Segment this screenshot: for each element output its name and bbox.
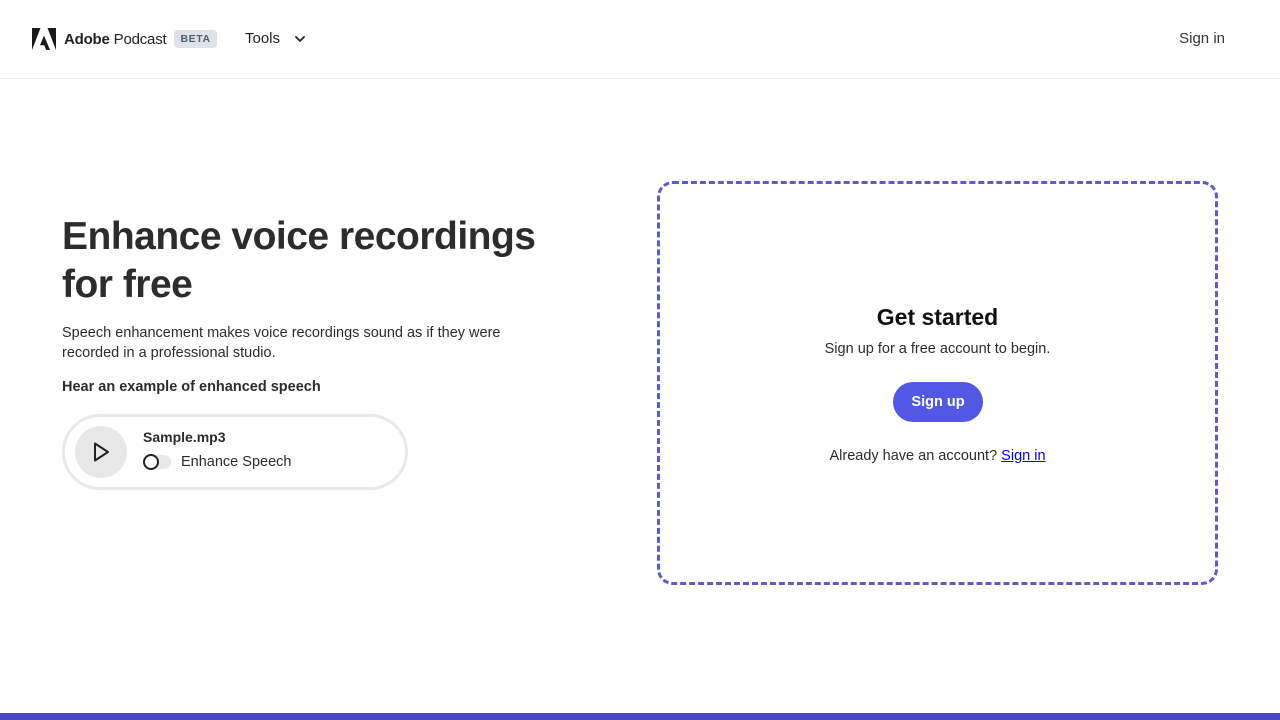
chevron-down-icon: [295, 35, 305, 42]
hero-title: Enhance voice recordings for free: [62, 215, 536, 306]
brand-logo-link[interactable]: Adobe Podcast BETA: [32, 28, 217, 50]
sign-up-button[interactable]: Sign up: [893, 382, 983, 422]
brand-product-name: Podcast: [113, 30, 167, 48]
get-started-panel: Get started Sign up for a free account t…: [657, 181, 1218, 585]
sample-file-name: Sample.mp3: [143, 429, 226, 445]
enhance-speech-toggle-row: Enhance Speech: [143, 454, 291, 470]
sample-audio-player: Sample.mp3 Enhance Speech: [62, 414, 408, 490]
toggle-knob: [143, 454, 159, 470]
top-navigation-bar: Adobe Podcast BETA Tools Sign in: [0, 0, 1280, 79]
panel-subtitle: Sign up for a free account to begin.: [824, 341, 1051, 357]
tools-dropdown-button[interactable]: Tools: [245, 30, 306, 47]
account-prompt-text: Already have an account?: [829, 448, 998, 464]
hero-description: Speech enhancement makes voice recording…: [62, 325, 501, 361]
tools-label: Tools: [245, 30, 281, 47]
enhance-speech-toggle[interactable]: [143, 454, 171, 470]
beta-badge: BETA: [174, 30, 217, 48]
header-sign-in-link[interactable]: Sign in: [1179, 30, 1225, 47]
play-icon: [94, 442, 109, 462]
existing-account-row: Already have an account? Sign in: [660, 448, 1215, 464]
play-button[interactable]: [75, 426, 127, 478]
bottom-accent-bar: [0, 713, 1280, 720]
enhance-speech-label: Enhance Speech: [181, 454, 292, 470]
brand-company-name: Adobe: [64, 30, 110, 48]
example-heading: Hear an example of enhanced speech: [62, 379, 321, 395]
panel-sign-in-link[interactable]: Sign in: [1001, 448, 1045, 464]
adobe-logo-icon: [32, 28, 56, 50]
panel-title: Get started: [876, 304, 999, 330]
